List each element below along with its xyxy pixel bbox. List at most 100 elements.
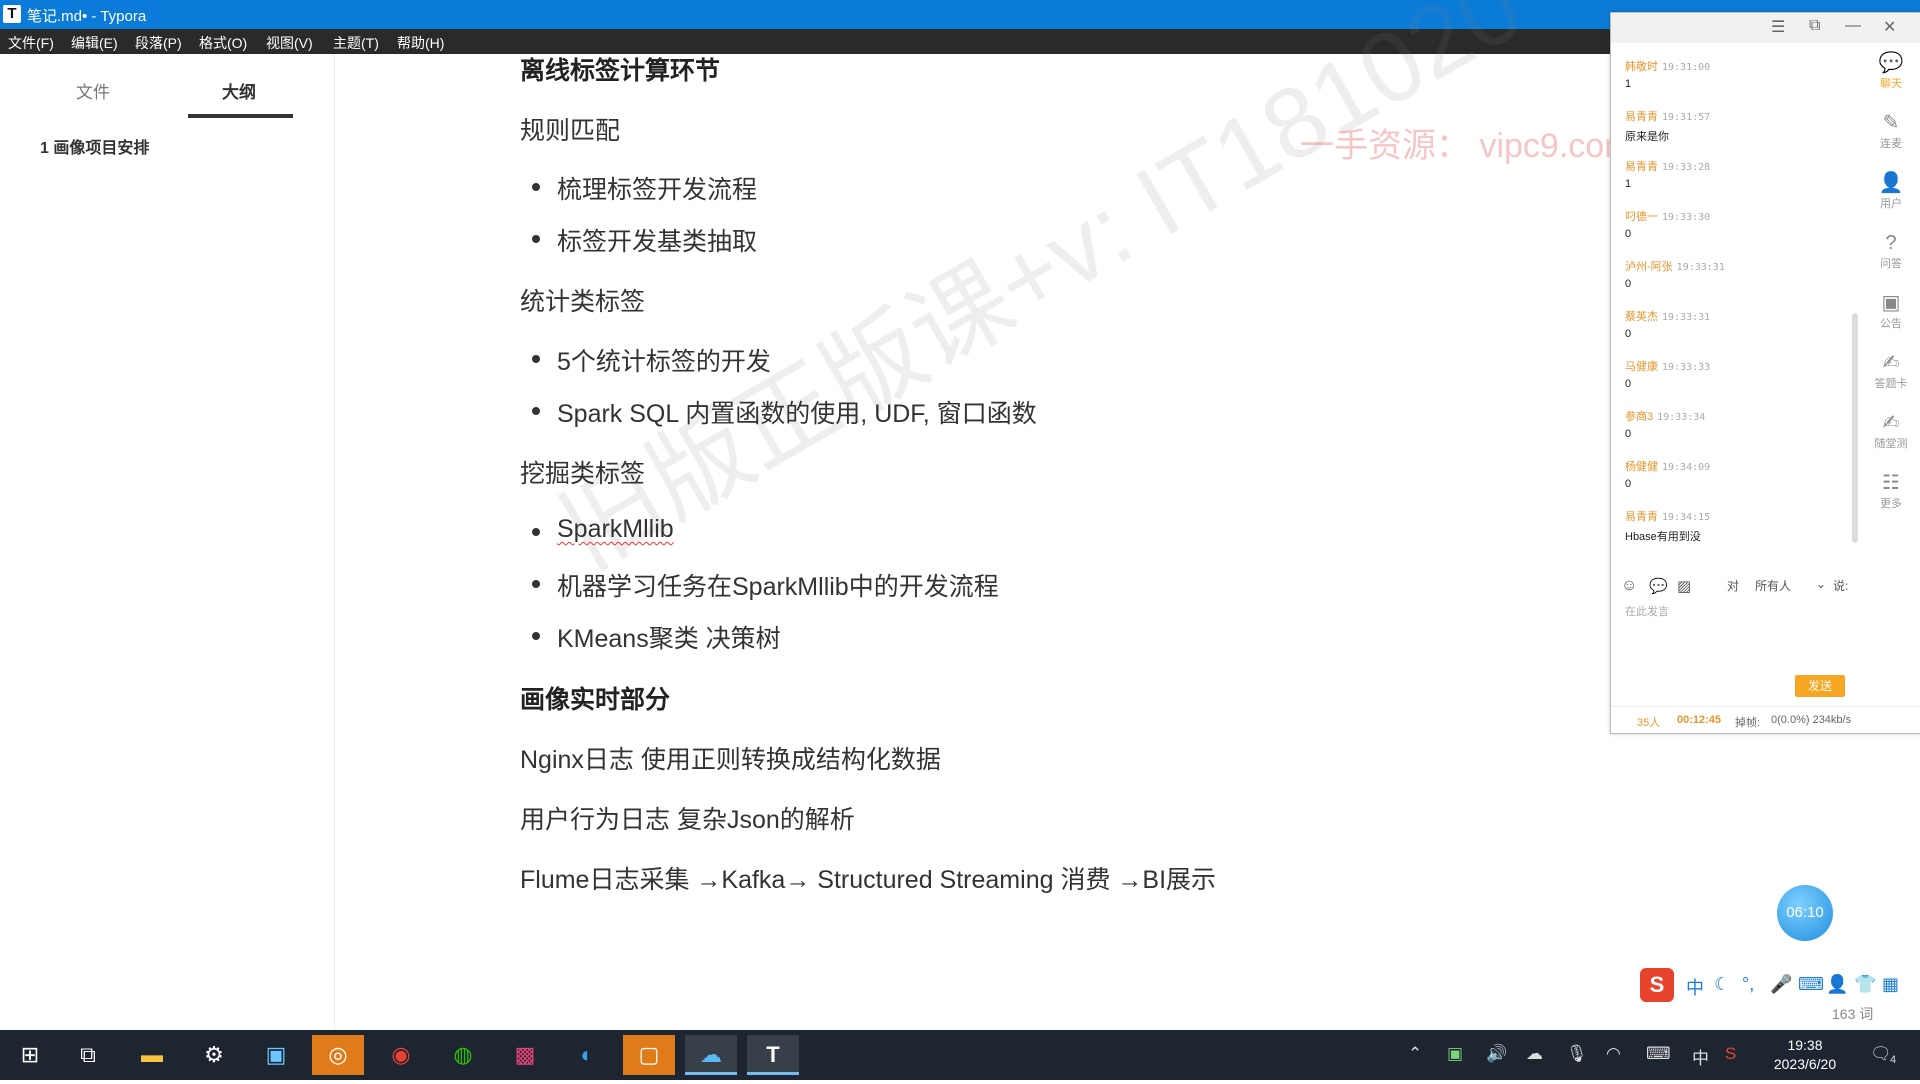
- grid-icon[interactable]: ▦: [1882, 974, 1899, 995]
- chat-panel: ☰ ⧉ — ✕ 韩敬时 19:31:00 1 易青青 19:31:57 原来是你 易…: [1610, 12, 1920, 734]
- punctuation-icon[interactable]: °,: [1742, 974, 1754, 995]
- tray-app-icon[interactable]: ▣: [1447, 1044, 1463, 1064]
- chat-scrollbar[interactable]: [1852, 313, 1858, 543]
- windows-start-icon[interactable]: ⊞: [4, 1035, 56, 1075]
- chat-message: 易青青 19:33:28 1: [1625, 158, 1710, 190]
- onedrive-icon[interactable]: ☁: [1526, 1044, 1543, 1064]
- frame-drop-value: 0(0.0%) 234kb/s: [1771, 714, 1852, 726]
- send-button[interactable]: 发送: [1795, 675, 1845, 697]
- mic-icon[interactable]: 🎤: [1770, 974, 1792, 995]
- answer-card-icon: ✍: [1882, 352, 1900, 374]
- chevron-down-icon[interactable]: ⌄: [1816, 577, 1826, 591]
- sender-name[interactable]: 泸州-阿张: [1625, 261, 1673, 273]
- remote-desktop-icon[interactable]: ▣: [250, 1035, 302, 1075]
- cloud-app-icon[interactable]: ☁: [685, 1035, 737, 1075]
- paragraph: 统计类标签: [520, 288, 646, 316]
- chat-toolbar: ☺ 💬 ▨ 对 所有人 ⌄ 说:: [1611, 573, 1920, 599]
- sogou-tray-icon[interactable]: S: [1725, 1044, 1736, 1064]
- message-time: 19:33:34: [1657, 412, 1706, 423]
- moon-icon[interactable]: ☾: [1714, 974, 1730, 995]
- user-icon[interactable]: 👤: [1826, 974, 1848, 995]
- image-icon[interactable]: ▨: [1677, 577, 1691, 595]
- screen-share-icon[interactable]: ▢: [623, 1035, 675, 1075]
- message-text: 1: [1625, 178, 1632, 190]
- menu-help[interactable]: 帮助(H): [397, 33, 444, 53]
- sender-name[interactable]: 蔡英杰: [1625, 311, 1658, 323]
- say-label: 说:: [1833, 579, 1849, 593]
- notification-count: 4: [1890, 1054, 1897, 1066]
- chat-input[interactable]: 在此发言: [1625, 603, 1669, 619]
- file-explorer-icon[interactable]: ▬: [126, 1035, 178, 1075]
- input-language[interactable]: 中: [1692, 1044, 1709, 1069]
- emoji-icon[interactable]: ☺: [1621, 577, 1637, 595]
- menu-icon[interactable]: ☰: [1771, 17, 1785, 37]
- outline-item[interactable]: 1 画像项目安排: [40, 134, 149, 158]
- menu-paragraph[interactable]: 段落(P): [135, 33, 182, 53]
- sogou-logo-icon[interactable]: S: [1640, 968, 1674, 1002]
- skin-icon[interactable]: 👕: [1854, 974, 1876, 995]
- search-app-icon[interactable]: ◎: [312, 1035, 364, 1075]
- menu-view[interactable]: 视图(V): [266, 33, 313, 53]
- countdown-timer[interactable]: 06:10: [1777, 885, 1833, 941]
- resource-watermark: 一手资源： vipc9.com: [1300, 127, 1633, 165]
- settings-icon[interactable]: ⚙: [188, 1035, 240, 1075]
- menu-file[interactable]: 文件(F): [8, 33, 54, 53]
- nav-users[interactable]: 👤 用户: [1869, 171, 1913, 211]
- chat-icon: 💬: [1878, 52, 1904, 74]
- sender-name[interactable]: 叼德一: [1625, 211, 1658, 223]
- message-text: 0: [1625, 428, 1632, 440]
- sender-name[interactable]: 易青青: [1625, 161, 1658, 173]
- volume-icon[interactable]: 🔊: [1486, 1044, 1507, 1064]
- tab-files[interactable]: 文件: [76, 78, 110, 103]
- minimize-icon[interactable]: —: [1845, 17, 1861, 35]
- target-select[interactable]: 所有人: [1755, 577, 1791, 594]
- edge-icon[interactable]: ◐: [561, 1035, 613, 1075]
- chrome-icon[interactable]: ◉: [375, 1035, 427, 1075]
- window-title: 笔记.md• - Typora: [27, 8, 147, 25]
- restore-icon[interactable]: ⧉: [1809, 17, 1820, 35]
- message-time: 19:31:00: [1662, 62, 1711, 73]
- message-text: Hbase有用到没: [1625, 531, 1701, 543]
- menu-edit[interactable]: 编辑(E): [71, 33, 118, 53]
- wifi-icon[interactable]: ◠: [1606, 1044, 1621, 1064]
- message-text: 0: [1625, 228, 1632, 240]
- sender-name[interactable]: 杨健健: [1625, 461, 1658, 473]
- typora-taskbar-icon[interactable]: T: [747, 1035, 799, 1075]
- nav-chat[interactable]: 💬 聊天: [1869, 51, 1913, 91]
- nav-mic[interactable]: ✎ 连麦: [1869, 111, 1913, 151]
- task-view-icon[interactable]: ⧉: [62, 1035, 114, 1075]
- sender-name[interactable]: 参商3: [1625, 411, 1653, 423]
- wechat-icon[interactable]: ◍: [437, 1035, 489, 1075]
- notification-icon[interactable]: 🗨: [1870, 1044, 1892, 1064]
- nav-answer-card[interactable]: ✍ 答题卡: [1869, 351, 1913, 391]
- tab-outline[interactable]: 大纲: [222, 78, 256, 103]
- list-item: 机器学习任务在SparkMllib中的开发流程: [532, 567, 999, 603]
- user-icon: 👤: [1878, 172, 1904, 194]
- intellij-icon[interactable]: ▩: [499, 1035, 551, 1075]
- active-tab-indicator: [188, 114, 293, 118]
- list-item: Spark SQL 内置函数的使用, UDF, 窗口函数: [532, 394, 1037, 430]
- menu-format[interactable]: 格式(O): [199, 33, 247, 53]
- nav-notice[interactable]: ▣ 公告: [1869, 291, 1913, 331]
- chat-window-controls: ☰ ⧉ — ✕: [1611, 13, 1920, 43]
- keyboard-icon[interactable]: ⌨: [1646, 1044, 1671, 1064]
- sender-name[interactable]: 易青青: [1625, 111, 1658, 123]
- keyboard-icon[interactable]: ⌨: [1798, 974, 1824, 995]
- message-time: 19:33:30: [1662, 212, 1711, 223]
- ime-language[interactable]: 中: [1686, 974, 1704, 1000]
- nav-qa[interactable]: ? 问答: [1869, 231, 1913, 271]
- nav-more[interactable]: ☷ 更多: [1869, 471, 1913, 511]
- close-icon[interactable]: ✕: [1883, 17, 1896, 37]
- sender-name[interactable]: 易青青: [1625, 511, 1658, 523]
- bubble-icon[interactable]: 💬: [1649, 577, 1668, 595]
- chat-message: 杨健健 19:34:09 0: [1625, 458, 1710, 490]
- nav-quiz[interactable]: ✍ 随堂测: [1869, 411, 1913, 451]
- chevron-up-icon[interactable]: ⌃: [1408, 1044, 1422, 1064]
- menu-theme[interactable]: 主题(T): [333, 33, 379, 53]
- sender-name[interactable]: 马健康: [1625, 361, 1658, 373]
- clock[interactable]: 19:38 2023/6/20: [1760, 1036, 1850, 1074]
- microphone-icon[interactable]: 🎙: [1566, 1044, 1588, 1064]
- sender-name[interactable]: 韩敬时: [1625, 61, 1658, 73]
- message-text: 0: [1625, 478, 1632, 490]
- word-count[interactable]: 163 词: [1832, 1004, 1873, 1024]
